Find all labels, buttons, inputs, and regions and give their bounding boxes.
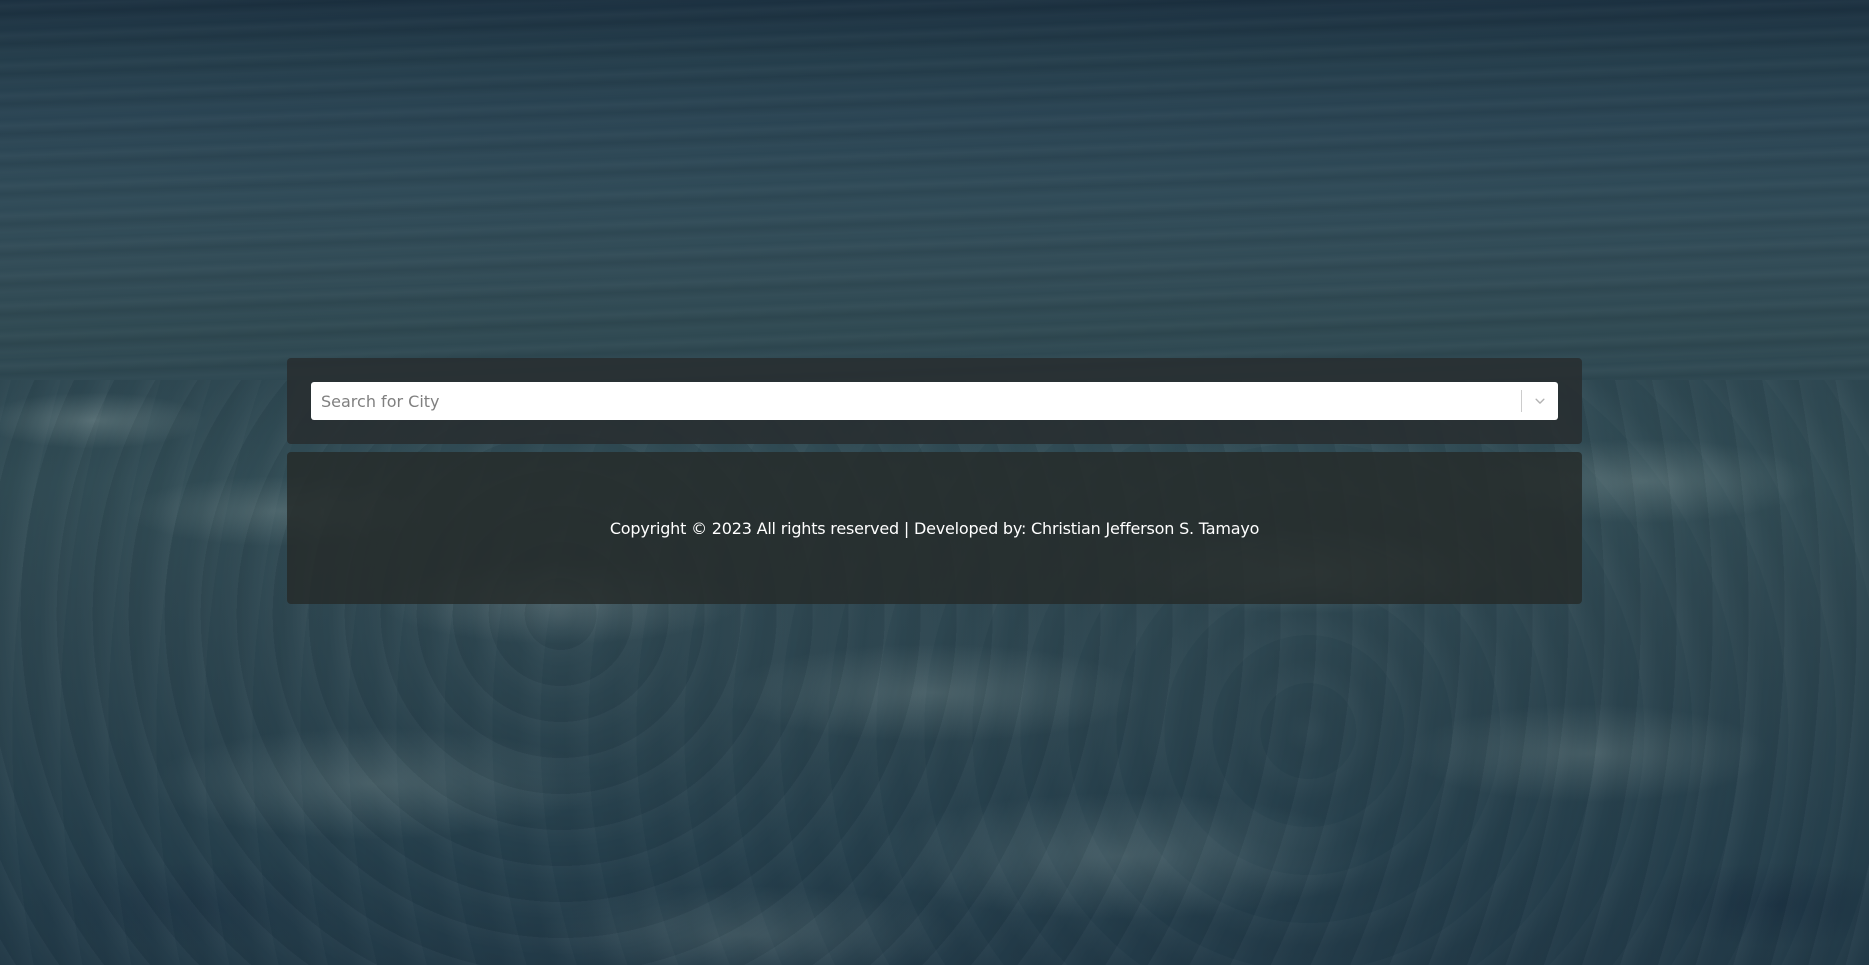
search-panel bbox=[287, 358, 1582, 444]
sky-streaks bbox=[0, 0, 1869, 380]
city-search-input[interactable] bbox=[321, 382, 1521, 420]
copyright-text: Copyright © 2023 All rights reserved | D… bbox=[609, 518, 1260, 538]
dropdown-toggle[interactable] bbox=[1522, 382, 1558, 420]
chevron-down-icon bbox=[1535, 398, 1545, 404]
footer-panel: Copyright © 2023 All rights reserved | D… bbox=[287, 452, 1582, 604]
city-search-select[interactable] bbox=[311, 382, 1558, 420]
